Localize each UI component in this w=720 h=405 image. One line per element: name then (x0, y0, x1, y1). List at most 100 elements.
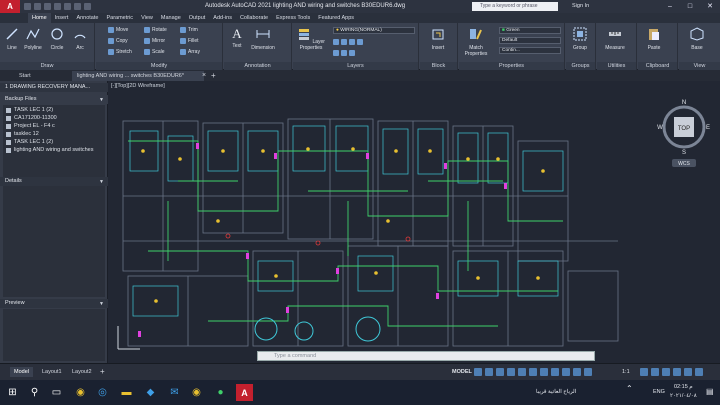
minimize-icon[interactable]: – (660, 0, 680, 13)
drawing-canvas[interactable]: [-][Top][2D Wireframe] TOP N S E W WCS T… (108, 81, 720, 363)
customization-menu-icon[interactable] (695, 368, 703, 376)
move-button[interactable]: Move (108, 26, 128, 34)
color-dropdown[interactable]: ■ Green (499, 27, 561, 34)
sign-in-link[interactable]: Sign In (572, 3, 589, 9)
array-button[interactable]: Array (180, 48, 200, 56)
units-icon[interactable] (662, 368, 670, 376)
workspace-gear-icon[interactable] (640, 368, 648, 376)
snap-icon[interactable] (485, 368, 493, 376)
group-button[interactable]: Group (570, 27, 590, 51)
utilities-panel-title[interactable]: Utilities (597, 62, 636, 70)
properties-panel-title[interactable]: Properties (459, 62, 564, 70)
task-view-icon[interactable]: ▭ (48, 384, 65, 401)
tab-home[interactable]: Home (28, 13, 51, 23)
add-layout-icon[interactable]: + (96, 367, 109, 377)
groups-panel-title[interactable]: Groups (566, 62, 595, 70)
copy-button[interactable]: Copy (108, 37, 128, 45)
open-icon[interactable] (34, 3, 41, 10)
grid-icon[interactable] (474, 368, 482, 376)
layer-dropdown[interactable]: ● WIRING(NORMAL) (333, 27, 415, 34)
clipboard-panel-title[interactable]: Clipboard (638, 62, 677, 70)
collapse-backup-icon[interactable]: ▼ (99, 97, 104, 103)
list-item[interactable]: lighting AND wiring and switches (6, 147, 93, 153)
tab-featured-apps[interactable]: Featured Apps (314, 13, 358, 23)
mail-icon[interactable]: ✉ (166, 384, 183, 401)
stretch-button[interactable]: Stretch (108, 48, 132, 56)
compass-north[interactable]: N (682, 100, 686, 106)
trim-button[interactable]: Trim (180, 26, 198, 34)
layer-properties-button[interactable]: Layer Properties (297, 27, 325, 51)
new-icon[interactable] (24, 3, 31, 10)
edge-icon[interactable]: ◎ (94, 384, 111, 401)
tray-up-arrow-icon[interactable]: ⌃ (626, 384, 633, 393)
save-as-icon[interactable] (54, 3, 61, 10)
tab-express-tools[interactable]: Express Tools (272, 13, 314, 23)
annotation-monitor-icon[interactable] (651, 368, 659, 376)
rotate-button[interactable]: Rotate (144, 26, 167, 34)
isolate-objects-icon[interactable] (673, 368, 681, 376)
ortho-icon[interactable] (496, 368, 504, 376)
list-item[interactable]: tasklec 12 (6, 131, 39, 137)
notification-icon[interactable]: ▤ (706, 387, 714, 396)
model-space-toggle[interactable]: MODEL (452, 369, 472, 375)
palette-header[interactable]: 1 DRAWING RECOVERY MANA... (0, 83, 108, 92)
list-item[interactable]: Project EL - F4 c (6, 123, 55, 129)
insert-button[interactable]: Insert (428, 27, 448, 51)
tab-model[interactable]: Model (10, 367, 33, 377)
block-panel-title[interactable]: Block (420, 62, 457, 70)
tab-layout1[interactable]: Layout1 (38, 367, 66, 377)
viewcube[interactable]: TOP N S E W WCS (656, 97, 712, 173)
autocad-logo-icon[interactable]: A (0, 0, 20, 13)
modify-panel-title[interactable]: Modify (96, 62, 222, 70)
view-panel-title[interactable]: View (679, 62, 720, 70)
tab-output[interactable]: Output (185, 13, 210, 23)
arc-button[interactable]: Arc (70, 27, 90, 51)
fillet-button[interactable]: Fillet (180, 37, 199, 45)
linetype-dropdown[interactable]: Contin... (499, 47, 561, 54)
layers-panel-title[interactable]: Layers (293, 62, 418, 70)
layer-tools-row-1[interactable] (333, 38, 363, 46)
dimension-button[interactable]: Dimension (249, 27, 277, 51)
list-item[interactable]: CA171200-11300 (6, 115, 57, 121)
tab-annotate[interactable]: Annotate (72, 13, 102, 23)
list-item[interactable]: TASK LEC 1 (2) (6, 107, 53, 113)
polyline-button[interactable]: Polyline (23, 27, 43, 51)
chrome-2-icon[interactable]: ◉ (188, 384, 205, 401)
collapse-details-icon[interactable]: ▼ (99, 179, 104, 185)
match-properties-button[interactable]: Match Properties (462, 27, 490, 57)
osnap-icon[interactable] (518, 368, 526, 376)
list-item[interactable]: TASK LEC 1 (2) (6, 139, 53, 145)
polar-icon[interactable] (507, 368, 515, 376)
tab-view[interactable]: View (137, 13, 157, 23)
maximize-icon[interactable]: □ (680, 0, 700, 13)
clock-date[interactable]: ٢٠٢١/٠٤/٠٨ (670, 393, 697, 399)
annotation-visibility-icon[interactable] (573, 368, 581, 376)
compass-west[interactable]: W (657, 125, 663, 131)
undo-icon[interactable] (74, 3, 81, 10)
selection-cycling-icon[interactable] (562, 368, 570, 376)
transparency-icon[interactable] (551, 368, 559, 376)
file-explorer-icon[interactable]: ▬ (118, 384, 135, 401)
chrome-icon[interactable]: ◉ (72, 384, 89, 401)
line-button[interactable]: Line (2, 27, 22, 51)
weather-text[interactable]: الرياح العاتية قريبا (536, 389, 576, 395)
new-tab-icon[interactable]: + (206, 71, 221, 81)
text-button[interactable]: A Text (227, 27, 247, 50)
circle-button[interactable]: Circle (47, 27, 67, 51)
tab-layout2[interactable]: Layout2 (68, 367, 96, 377)
base-view-button[interactable]: Base (687, 27, 707, 51)
redo-icon[interactable] (84, 3, 91, 10)
annotation-panel-title[interactable]: Annotation (224, 62, 291, 70)
tab-manage[interactable]: Manage (157, 13, 185, 23)
autoscale-icon[interactable] (584, 368, 592, 376)
tab-add-ins[interactable]: Add-ins (209, 13, 236, 23)
tab-start[interactable]: Start (14, 71, 36, 81)
windows-start-icon[interactable]: ⊞ (4, 384, 21, 401)
collapse-preview-icon[interactable]: ▼ (99, 301, 104, 307)
autocad-taskbar-icon[interactable]: A (236, 384, 253, 401)
draw-panel-title[interactable]: Draw (0, 62, 94, 70)
command-line-input[interactable]: Type a command (257, 351, 595, 361)
close-icon[interactable]: ✕ (700, 0, 720, 13)
fullscreen-icon[interactable] (684, 368, 692, 376)
layer-tools-row-2[interactable] (333, 49, 355, 57)
